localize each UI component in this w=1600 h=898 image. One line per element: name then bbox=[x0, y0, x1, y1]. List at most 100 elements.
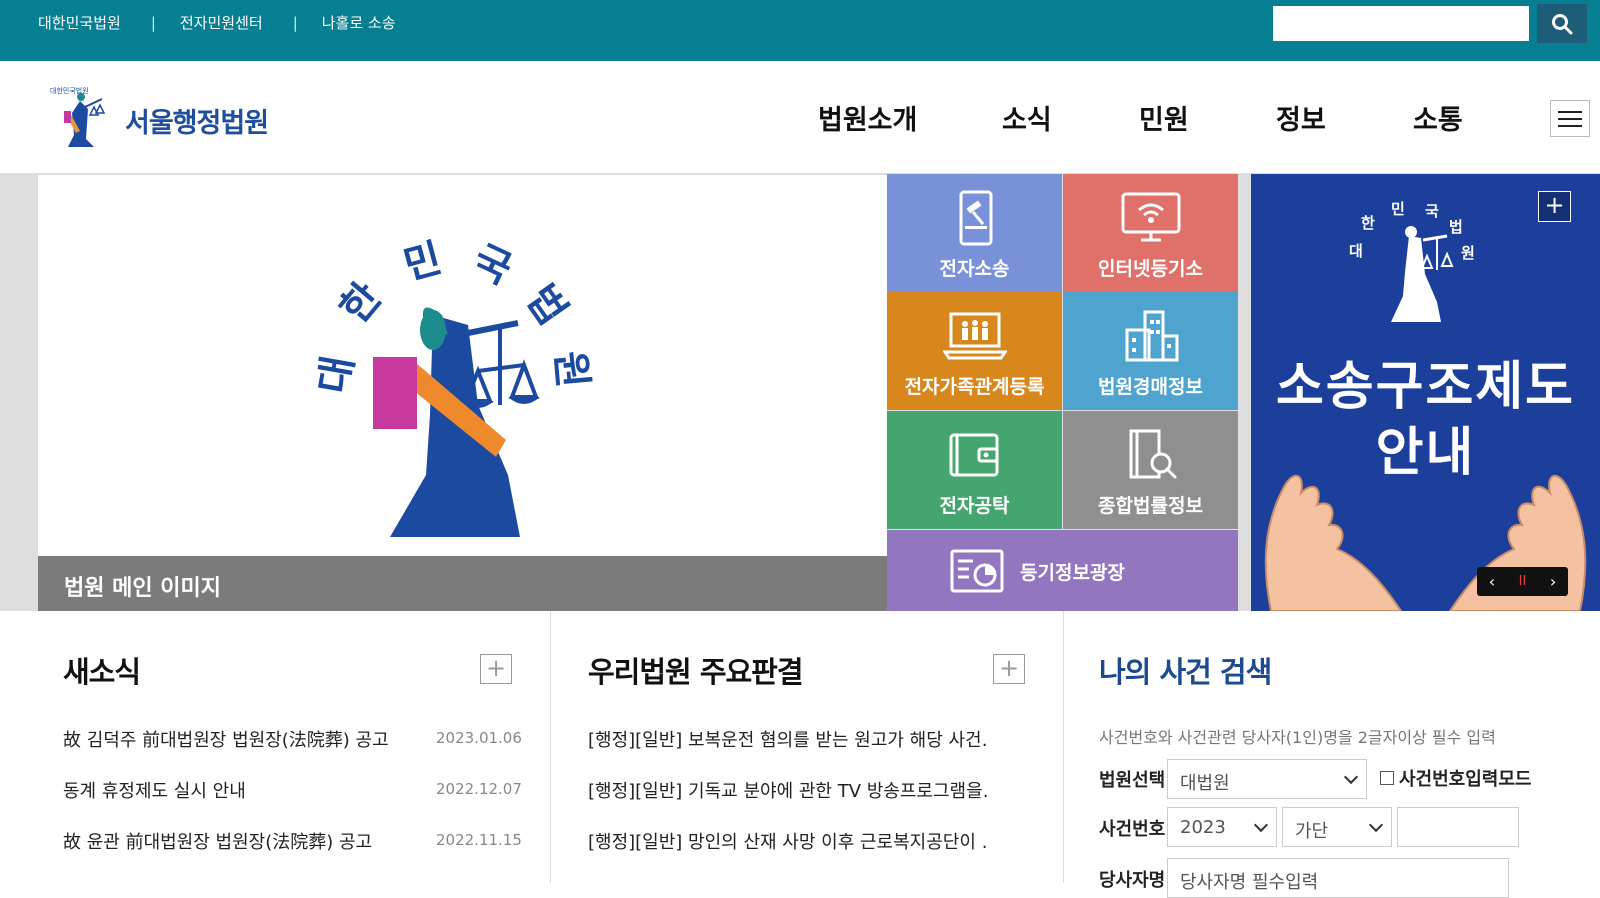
news-title: 새소식 bbox=[63, 655, 141, 689]
site-header: 대한민국법원 서울행정법원 법원소개 소식 민원 정보 소통 bbox=[0, 61, 1600, 174]
case-number-label: 사건번호 bbox=[1099, 819, 1166, 840]
news-item[interactable]: 동계 휴정제도 실시 안내 bbox=[63, 777, 403, 803]
case-type-value: 가단 bbox=[1295, 821, 1329, 842]
svg-text:원: 원 bbox=[546, 349, 595, 390]
tile-e-deposit[interactable]: 전자공탁 bbox=[887, 411, 1062, 529]
tile-court-auction[interactable]: 법원경매정보 bbox=[1063, 292, 1238, 410]
link-e-civil-center[interactable]: 전자민원센터 bbox=[180, 12, 263, 33]
rulings-section: 우리법원 주요판결 + [행정][일반] 보복운전 혐의를 받는 원고가 해당 … bbox=[551, 611, 1063, 883]
svg-text:국: 국 bbox=[466, 237, 519, 294]
chevron-down-icon bbox=[1253, 817, 1269, 833]
nav-info[interactable]: 정보 bbox=[1276, 98, 1326, 137]
case-serial-input[interactable] bbox=[1397, 807, 1519, 847]
banner-more-button[interactable]: + bbox=[1538, 191, 1571, 222]
link-separator: | bbox=[292, 13, 298, 32]
court-select-value: 대법원 bbox=[1180, 773, 1230, 794]
tile-registry-info-plaza[interactable]: 등기정보광장 bbox=[887, 530, 1238, 611]
case-year-value: 2023 bbox=[1180, 817, 1226, 838]
news-item[interactable]: 故 김덕주 前대법원장 법원장(法院葬) 공고 bbox=[63, 726, 403, 752]
chevron-down-icon bbox=[1343, 769, 1359, 785]
banner-controls: ‹ II › bbox=[1477, 567, 1568, 596]
link-separator: | bbox=[150, 13, 156, 32]
banner-next-button[interactable]: › bbox=[1550, 572, 1556, 591]
tile-label: 종합법률정보 bbox=[1098, 495, 1203, 517]
news-section: 새소식 + 故 김덕주 前대법원장 법원장(法院葬) 공고 2023.01.06… bbox=[0, 611, 550, 883]
ruling-item[interactable]: [행정][일반] 보복운전 혐의를 받는 원고가 해당 사건… bbox=[588, 726, 988, 752]
tile-label: 전자소송 bbox=[939, 258, 1010, 280]
court-emblem-large-icon: 대 한 민 국 법 원 bbox=[311, 235, 595, 537]
wallet-icon bbox=[949, 433, 998, 477]
case-search-note: 사건번호와 사건관련 당사자(1인)명을 2글자이상 필수 입력 bbox=[1099, 728, 1496, 747]
search-input[interactable] bbox=[1273, 6, 1529, 41]
hamburger-icon-bar bbox=[1558, 117, 1582, 120]
case-number-mode-label: 사건번호입력모드 bbox=[1399, 769, 1532, 790]
rulings-title: 우리법원 주요판결 bbox=[588, 655, 804, 689]
rulings-more-button[interactable]: + bbox=[993, 654, 1025, 684]
news-date: 2023.01.06 bbox=[436, 729, 522, 747]
tile-legal-info[interactable]: 종합법률정보 bbox=[1063, 411, 1238, 529]
tile-label: 법원경매정보 bbox=[1098, 376, 1203, 398]
tile-label: 인터넷등기소 bbox=[1098, 258, 1203, 280]
promo-banner[interactable]: 대 한 민 국 법 원 소송구조제도 안내 bbox=[1251, 174, 1600, 611]
hamburger-icon-bar bbox=[1558, 124, 1582, 127]
link-self-litigation[interactable]: 나홀로 소송 bbox=[322, 12, 396, 33]
tile-label: 전자가족관계등록 bbox=[904, 376, 1045, 398]
nav-about[interactable]: 법원소개 bbox=[818, 98, 917, 137]
column-divider bbox=[1063, 611, 1064, 883]
chart-board-icon bbox=[950, 549, 1004, 593]
all-menu-button[interactable] bbox=[1550, 100, 1590, 137]
case-search-title: 나의 사건 검색 bbox=[1099, 655, 1272, 689]
family-laptop-icon bbox=[942, 312, 1007, 360]
banner-title-line1: 소송구조제도 bbox=[1275, 357, 1576, 417]
svg-text:국: 국 bbox=[1425, 202, 1439, 220]
svg-text:민: 민 bbox=[1391, 200, 1405, 218]
nav-communication[interactable]: 소통 bbox=[1413, 98, 1463, 137]
hero-image: 대 한 민 국 법 원 bbox=[38, 175, 887, 611]
court-emblem-icon: 대한민국법원 bbox=[50, 86, 106, 147]
news-date: 2022.11.15 bbox=[436, 831, 522, 849]
svg-text:대한민국법원: 대한민국법원 bbox=[50, 86, 89, 95]
case-number-mode-checkbox[interactable] bbox=[1380, 771, 1394, 785]
svg-text:대: 대 bbox=[311, 353, 363, 397]
svg-text:대: 대 bbox=[1349, 242, 1363, 260]
news-item[interactable]: 故 윤관 前대법원장 법원장(法院葬) 공고 bbox=[63, 828, 403, 854]
news-more-button[interactable]: + bbox=[480, 654, 512, 684]
nav-civil[interactable]: 민원 bbox=[1139, 98, 1189, 137]
svg-text:민: 민 bbox=[399, 235, 446, 289]
svg-text:한: 한 bbox=[332, 274, 391, 332]
court-select[interactable]: 대법원 bbox=[1167, 759, 1367, 799]
party-name-label: 당사자명 bbox=[1099, 870, 1166, 891]
top-links: 대한민국법원 | 전자민원센터 | 나홀로 소송 bbox=[38, 12, 396, 33]
banner-prev-button[interactable]: ‹ bbox=[1489, 572, 1495, 591]
book-search-icon bbox=[1129, 429, 1176, 479]
tile-e-litigation[interactable]: 전자소송 bbox=[887, 174, 1062, 292]
buildings-icon bbox=[1125, 310, 1178, 362]
hamburger-icon-bar bbox=[1558, 110, 1582, 113]
link-supreme-court[interactable]: 대한민국법원 bbox=[38, 12, 121, 33]
svg-text:한: 한 bbox=[1361, 214, 1375, 232]
court-select-label: 법원선택 bbox=[1099, 770, 1166, 791]
tile-label: 등기정보광장 bbox=[1020, 562, 1125, 584]
ruling-item[interactable]: [행정][일반] 망인의 산재 사망 이후 근로복지공단이 … bbox=[588, 828, 988, 854]
site-title: 서울행정법원 bbox=[125, 108, 269, 139]
search-button[interactable] bbox=[1537, 4, 1587, 43]
svg-text:원: 원 bbox=[1461, 244, 1475, 262]
banner-pause-button[interactable]: II bbox=[1519, 574, 1527, 589]
site-logo[interactable]: 대한민국법원 서울행정법원 bbox=[40, 79, 290, 159]
chevron-down-icon bbox=[1368, 817, 1384, 833]
case-type-select[interactable]: 가단 bbox=[1282, 807, 1392, 847]
ruling-item[interactable]: [행정][일반] 기독교 분야에 관한 TV 방송프로그램을… bbox=[588, 777, 988, 803]
case-year-select[interactable]: 2023 bbox=[1167, 807, 1277, 847]
monitor-wifi-icon bbox=[1121, 192, 1180, 242]
party-name-input[interactable]: 당사자명 필수입력 bbox=[1167, 858, 1509, 898]
tile-label: 전자공탁 bbox=[939, 495, 1010, 517]
tile-e-family-registry[interactable]: 전자가족관계등록 bbox=[887, 292, 1062, 410]
svg-text:법: 법 bbox=[1449, 218, 1463, 236]
svg-text:법: 법 bbox=[517, 277, 576, 334]
search-icon bbox=[1552, 13, 1573, 34]
news-date: 2022.12.07 bbox=[436, 780, 522, 798]
hero-caption: 법원 메인 이미지 bbox=[38, 556, 887, 611]
top-bar: 대한민국법원 | 전자민원센터 | 나홀로 소송 bbox=[0, 0, 1600, 61]
nav-news[interactable]: 소식 bbox=[1002, 98, 1052, 137]
tile-internet-registry[interactable]: 인터넷등기소 bbox=[1063, 174, 1238, 292]
